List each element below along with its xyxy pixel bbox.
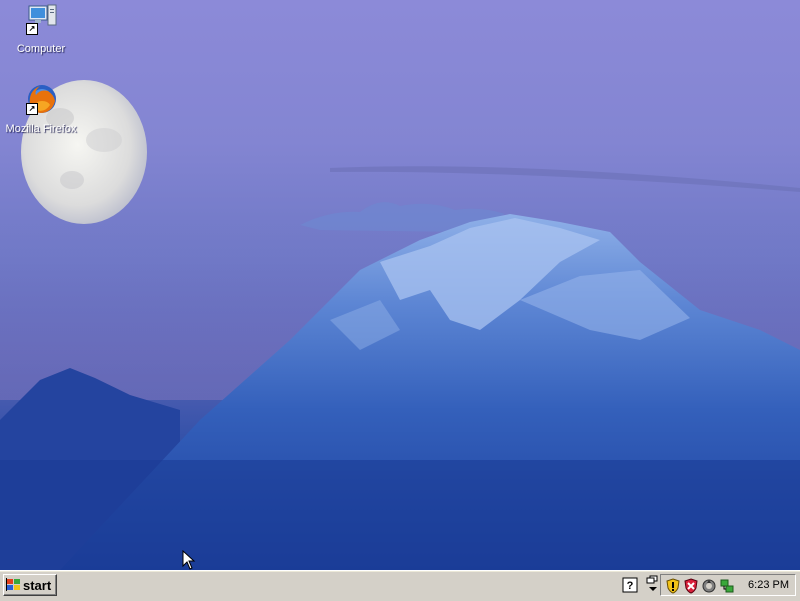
update-icon[interactable] — [701, 578, 717, 594]
firefox-icon: ↗ — [24, 83, 58, 117]
desktop-icon-computer[interactable]: ↗ Computer — [1, 3, 81, 57]
network-icon[interactable] — [719, 578, 735, 594]
antivirus-icon[interactable] — [683, 578, 699, 594]
wallpaper — [0, 80, 800, 570]
start-label: start — [23, 577, 52, 593]
system-tray: 6:23 PM — [660, 574, 796, 596]
mouse-cursor-icon — [182, 550, 196, 570]
desktop-icon-firefox[interactable]: ↗ Mozilla Firefox — [1, 83, 81, 137]
security-shield-icon[interactable] — [665, 578, 681, 594]
svg-text:?: ? — [627, 580, 634, 592]
desktop[interactable]: ↗ Computer ↗ Mozilla Firefox — [0, 0, 800, 570]
computer-icon: ↗ — [24, 3, 58, 37]
taskbar: start ? 6:23 PM — [0, 570, 800, 601]
window-switch-icon[interactable] — [645, 575, 661, 591]
shortcut-arrow-icon: ↗ — [26, 23, 38, 35]
desktop-icon-label: Mozilla Firefox — [5, 123, 77, 135]
desktop-icon-label: Computer — [16, 43, 66, 55]
start-button[interactable]: start — [3, 574, 57, 596]
taskbar-clock[interactable]: 6:23 PM — [748, 578, 789, 592]
help-icon[interactable]: ? — [622, 577, 638, 593]
windows-flag-icon — [6, 578, 22, 592]
shortcut-arrow-icon: ↗ — [26, 103, 38, 115]
